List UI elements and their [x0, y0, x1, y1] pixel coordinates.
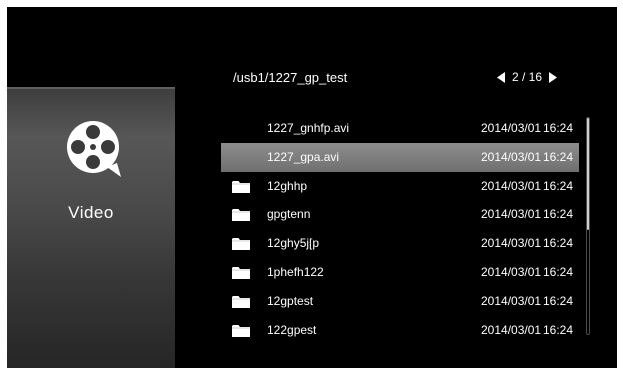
- sidebar: Video: [7, 87, 175, 368]
- media-browser-screen: Video /usb1/1227_gp_test 2 / 16 1227_gnh…: [7, 7, 617, 368]
- item-time: 16:24: [543, 236, 574, 251]
- folder-row[interactable]: 1phefh122 2014/03/01 16:24: [221, 258, 579, 287]
- item-name: 122gpest: [267, 322, 317, 337]
- item-name: gpgtenn: [267, 207, 311, 222]
- pager: 2 / 16: [497, 68, 558, 86]
- file-row[interactable]: 1227_gpa.avi 2014/03/01 16:24: [221, 142, 579, 172]
- triangle-right-icon[interactable]: [548, 71, 558, 83]
- item-name: 1227_gpa.avi: [267, 149, 340, 164]
- folder-icon: [231, 207, 251, 222]
- item-date: 2014/03/01: [481, 293, 542, 308]
- item-date: 2014/03/01: [481, 149, 542, 164]
- item-time: 16:24: [543, 121, 574, 135]
- item-time: 16:24: [543, 149, 574, 164]
- folder-row[interactable]: 12ghhp 2014/03/01 16:24: [221, 172, 579, 201]
- app-label: Video: [68, 203, 114, 222]
- item-time: 16:24: [543, 264, 574, 279]
- folder-icon: [231, 236, 251, 251]
- item-date: 2014/03/01: [481, 236, 542, 251]
- item-date: 2014/03/01: [481, 322, 542, 337]
- item-time: 16:24: [543, 207, 574, 222]
- item-date: 2014/03/01: [481, 178, 542, 193]
- item-time: 16:24: [543, 178, 574, 193]
- item-name: 1227_gnhfp.avi: [267, 121, 350, 135]
- folder-icon: [231, 323, 251, 338]
- item-name: 12ghhp: [267, 178, 308, 193]
- item-time: 16:24: [543, 322, 574, 337]
- folder-row[interactable]: 12gptest 2014/03/01 16:24: [221, 287, 579, 316]
- item-date: 2014/03/01: [481, 207, 542, 222]
- folder-icon: [231, 294, 251, 309]
- file-list: 1227_gnhfp.avi 2014/03/01 16:24 1227_gpa.av…: [221, 114, 579, 344]
- item-date: 2014/03/01: [481, 121, 542, 135]
- film-reel-icon: [63, 117, 127, 181]
- page-indicator: 2 / 16: [512, 70, 543, 84]
- scrollbar-thumb[interactable]: [587, 118, 589, 230]
- item-time: 16:24: [543, 293, 574, 308]
- item-name: 12gptest: [267, 293, 314, 308]
- folder-row[interactable]: gpgtenn 2014/03/01 16:24: [221, 200, 579, 229]
- current-path: /usb1/1227_gp_test: [233, 70, 348, 85]
- file-row[interactable]: 1227_gnhfp.avi 2014/03/01 16:24: [221, 114, 579, 143]
- folder-icon: [231, 265, 251, 280]
- folder-icon: [231, 179, 251, 194]
- scrollbar[interactable]: [586, 117, 590, 335]
- triangle-left-icon[interactable]: [497, 71, 506, 83]
- item-date: 2014/03/01: [481, 264, 542, 279]
- folder-row[interactable]: 122gpest 2014/03/01 16:24: [221, 316, 579, 345]
- item-name: 1phefh122: [267, 264, 324, 279]
- item-name: 12ghy5j[p: [267, 236, 320, 251]
- folder-row[interactable]: 12ghy5j[p 2014/03/01 16:24: [221, 229, 579, 258]
